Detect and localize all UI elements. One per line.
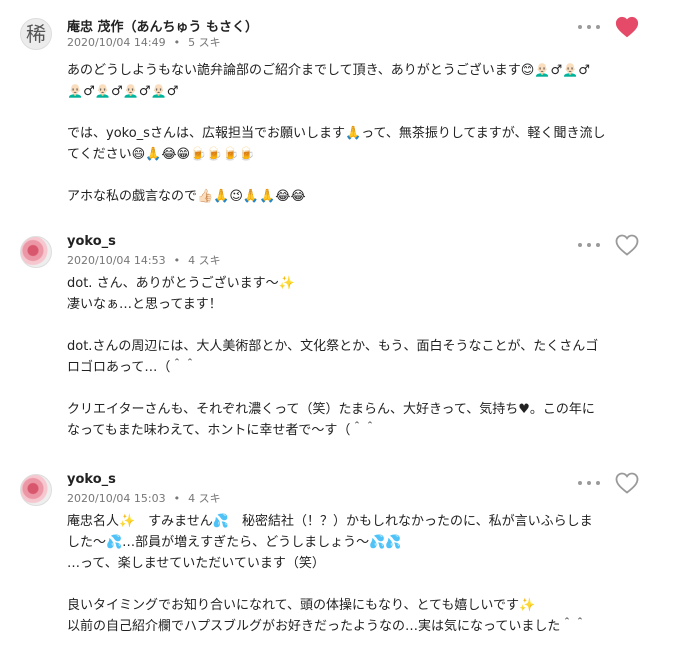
comment-date: 2020/10/04 15:03	[67, 492, 166, 505]
comment-line	[67, 378, 647, 399]
comment-author[interactable]: yoko_s	[67, 472, 116, 487]
comment-line: 庵忠名人✨ すみません💦 秘密結社（！？）かもしれなかったのに、私が言いふらしま	[67, 514, 593, 529]
avatar[interactable]: 稀	[20, 18, 52, 50]
more-icon[interactable]	[578, 478, 600, 488]
heart-icon[interactable]	[615, 234, 639, 256]
heart-icon[interactable]	[615, 472, 639, 494]
comment-meta: 2020/10/04 15:03 • 4 スキ	[67, 490, 221, 506]
like-count[interactable]: 5 スキ	[188, 36, 221, 49]
comment-line: てください😄🙏😂😁🍺🍺🍺🍺	[67, 147, 255, 162]
comment-author[interactable]: 庵忠 茂作（あんちゅう もさく）	[67, 16, 258, 35]
comment-author[interactable]: yoko_s	[67, 234, 116, 249]
meta-separator: •	[173, 492, 181, 505]
comment-line: …って、楽しませていただいています（笑）	[67, 556, 325, 571]
meta-separator: •	[173, 254, 181, 267]
comment-body: 庵忠名人✨ すみません💦 秘密結社（！？）かもしれなかったのに、私が言いふらしま…	[67, 511, 647, 637]
comment-line: した〜💦…部員が増えすぎたら、どうしましょう〜💦💦	[67, 535, 402, 550]
comment-line: 良いタイミングでお知り合いになれて、頭の体操にもなり、とても嬉しいです✨	[67, 598, 536, 613]
comment-line: dot.さんの周辺には、大人美術部とか、文化祭とか、もう、面白そうなことが、たく…	[67, 339, 599, 354]
comment-line: アホな私の戯言なので👍🏻🙏😉🙏🙏😂😂	[67, 189, 306, 204]
comment-line: あのどうしようもない詭弁論部のご紹介までして頂き、ありがとうございます😊👨🏻‍🦲…	[67, 63, 590, 78]
comment-line: dot. さん、ありがとうございます〜✨	[67, 276, 295, 291]
comment-body: dot. さん、ありがとうございます〜✨ 凄いなぁ…と思ってます！ dot.さん…	[67, 273, 647, 441]
avatar[interactable]	[20, 236, 52, 268]
comment-line: クリエイターさんも、それぞれ濃くって（笑）たまらん、大好きって、気持ち♥。この年…	[67, 402, 595, 417]
comment-line: 以前の自己紹介欄でハプスブルグがお好きだったようなの…実は気になっていました＾＾	[67, 619, 587, 634]
comment-line	[67, 102, 647, 123]
comment-meta: 2020/10/04 14:49 • 5 スキ	[67, 34, 221, 50]
comment-meta: 2020/10/04 14:53 • 4 スキ	[67, 252, 221, 268]
comment-line: なってもまた味わえて、ホントに幸せ者で〜す（＾＾	[67, 423, 377, 438]
comment-body: あのどうしようもない詭弁論部のご紹介までして頂き、ありがとうございます😊👨🏻‍🦲…	[67, 60, 647, 207]
comment-line	[67, 315, 647, 336]
comment-line: ロゴロあって…（＾＾	[67, 360, 197, 375]
comment-line	[67, 165, 647, 186]
comment-line: では、yoko_sさんは、広報担当でお願いします🙏って、無茶振りしてますが、軽く…	[67, 126, 606, 141]
meta-separator: •	[173, 36, 181, 49]
heart-icon[interactable]	[615, 16, 639, 38]
like-count[interactable]: 4 スキ	[188, 492, 221, 505]
comment-date: 2020/10/04 14:49	[67, 36, 166, 49]
comment-line: 凄いなぁ…と思ってます！	[67, 297, 222, 312]
comment-date: 2020/10/04 14:53	[67, 254, 166, 267]
comment-line	[67, 574, 647, 595]
avatar-glyph: 稀	[26, 22, 46, 46]
avatar[interactable]	[20, 474, 52, 506]
more-icon[interactable]	[578, 22, 600, 32]
more-icon[interactable]	[578, 240, 600, 250]
like-count[interactable]: 4 スキ	[188, 254, 221, 267]
comment-line: 👨🏻‍🦲♂👨🏻‍🦲♂👨🏻‍🦲♂👨🏻‍🦲♂	[67, 84, 179, 99]
